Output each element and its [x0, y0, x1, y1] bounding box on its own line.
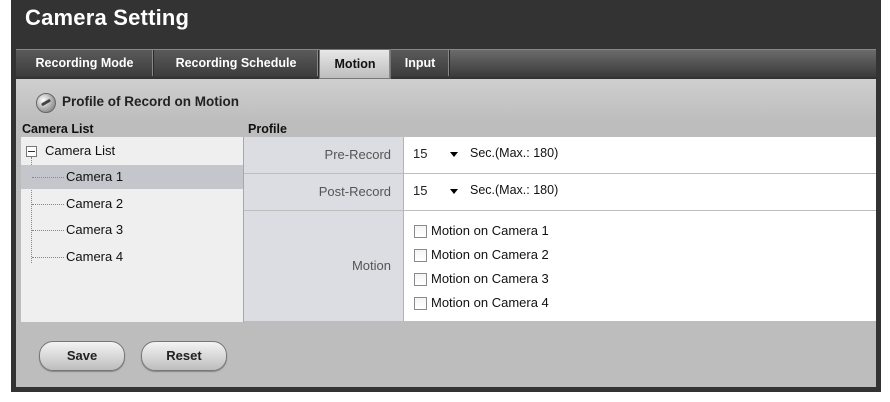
- section-title: Profile of Record on Motion: [62, 94, 239, 109]
- dropdown-arrow-icon: [450, 189, 458, 194]
- post-record-select[interactable]: 15: [410, 180, 462, 202]
- post-record-row: Post-Record 15 Sec.(Max.: 180): [244, 174, 876, 211]
- motion-camera-3-checkbox[interactable]: [414, 273, 427, 286]
- save-button[interactable]: Save: [39, 341, 125, 371]
- camera-tree: Camera List Camera 1 Camera 2 Camera 3 C…: [21, 137, 244, 322]
- motion-profile-panel: Profile of Record on Motion Camera List …: [16, 79, 876, 387]
- profile-header: Profile: [244, 121, 876, 137]
- pre-record-unit: Sec.(Max.: 180): [470, 146, 559, 160]
- tab-input[interactable]: Input: [391, 50, 450, 76]
- tree-item-label: Camera 3: [66, 222, 124, 237]
- collapse-icon[interactable]: [26, 146, 37, 157]
- disc-icon: [36, 93, 56, 113]
- tree-item-label: Camera 1: [66, 169, 124, 184]
- profile-grid: Pre-Record 15 Sec.(Max.: 180) Post-Recor…: [244, 137, 876, 322]
- reset-button[interactable]: Reset: [141, 341, 227, 371]
- camera-list-header: Camera List: [22, 121, 244, 137]
- tree-item-label: Camera 2: [66, 196, 124, 211]
- motion-camera-2-checkbox[interactable]: [414, 249, 427, 262]
- tab-recording-schedule[interactable]: Recording Schedule: [154, 50, 319, 76]
- motion-label: Motion: [244, 211, 404, 321]
- tab-motion[interactable]: Motion: [319, 49, 391, 79]
- tree-item-camera-3[interactable]: Camera 3: [21, 218, 243, 242]
- page-title: Camera Setting: [25, 5, 190, 30]
- dropdown-arrow-icon: [450, 152, 458, 157]
- tab-recording-mode[interactable]: Recording Mode: [16, 50, 154, 76]
- tree-item-camera-1[interactable]: Camera 1: [21, 165, 243, 189]
- tab-bar: Recording Mode Recording Schedule Motion…: [16, 49, 876, 79]
- camera-setting-window: Camera Setting Recording Mode Recording …: [11, 0, 881, 392]
- tree-item-camera-2[interactable]: Camera 2: [21, 192, 243, 216]
- pre-record-select[interactable]: 15: [410, 143, 462, 165]
- tree-item-camera-4[interactable]: Camera 4: [21, 245, 243, 269]
- motion-camera-4-checkbox[interactable]: [414, 297, 427, 310]
- pre-record-label: Pre-Record: [244, 137, 404, 173]
- motion-row: Motion Motion on Camera 1 Motion on Came…: [244, 211, 876, 321]
- post-record-label: Post-Record: [244, 174, 404, 210]
- post-record-unit: Sec.(Max.: 180): [470, 183, 559, 197]
- motion-camera-1-checkbox[interactable]: [414, 225, 427, 238]
- tree-root-label: Camera List: [45, 143, 116, 158]
- tree-item-label: Camera 4: [66, 249, 124, 264]
- section-header: Profile of Record on Motion: [16, 79, 876, 121]
- pre-record-row: Pre-Record 15 Sec.(Max.: 180): [244, 137, 876, 174]
